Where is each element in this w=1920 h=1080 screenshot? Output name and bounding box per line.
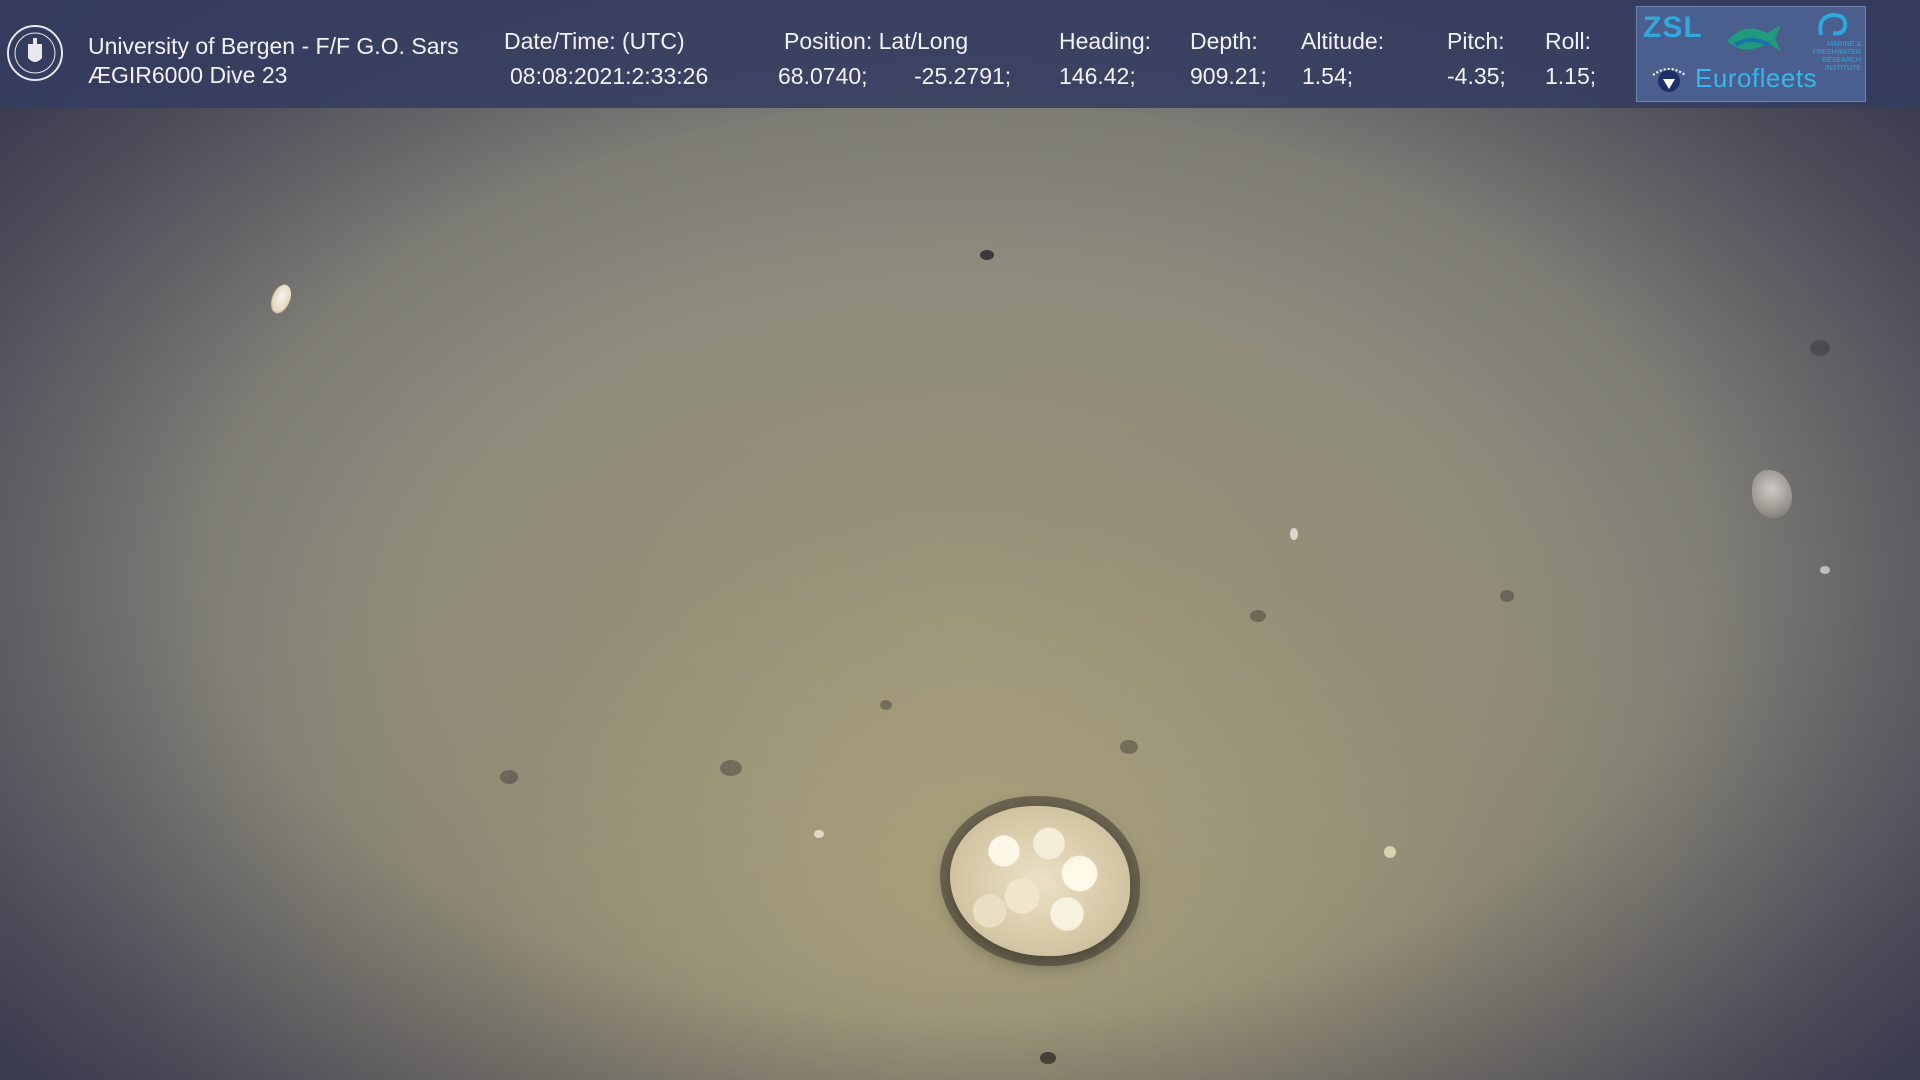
globe-logo-icon bbox=[1652, 68, 1686, 92]
eurofleets-logo: Eurofleets bbox=[1695, 63, 1818, 93]
video-frame: University of Bergen - F/F G.O. Sars ÆGI… bbox=[0, 0, 1920, 1080]
swirl-logo-icon bbox=[1818, 12, 1848, 36]
depth-value: 909.21; bbox=[1190, 63, 1267, 89]
fish-logo-icon bbox=[1727, 25, 1781, 51]
lighting-vignette bbox=[0, 0, 1920, 1080]
dive-label: ÆGIR6000 Dive 23 bbox=[88, 62, 288, 88]
zsl-logo: ZSL bbox=[1643, 11, 1703, 44]
position-label: Position: Lat/Long bbox=[784, 28, 969, 54]
university-seal-icon bbox=[7, 25, 63, 81]
pitch-value: -4.35; bbox=[1447, 63, 1506, 89]
altitude-value: 1.54; bbox=[1302, 63, 1354, 89]
datetime-value: 08:08:2021:2:33:26 bbox=[510, 63, 709, 89]
latitude-value: 68.0740; bbox=[778, 63, 868, 89]
heading-label: Heading: bbox=[1059, 28, 1152, 54]
pitch-label: Pitch: bbox=[1447, 28, 1505, 54]
partner-logos: ZSL MARINE & FRESHWATER RESEARCH INSTITU… bbox=[1636, 6, 1866, 102]
altitude-label: Altitude: bbox=[1301, 28, 1385, 54]
depth-label: Depth: bbox=[1190, 28, 1258, 54]
longitude-value: -25.2791; bbox=[914, 63, 1012, 89]
roll-label: Roll: bbox=[1545, 28, 1592, 54]
heading-value: 146.42; bbox=[1059, 63, 1136, 89]
telemetry-overlay: University of Bergen - F/F G.O. Sars ÆGI… bbox=[0, 0, 1920, 108]
datetime-label: Date/Time: (UTC) bbox=[504, 28, 685, 54]
institution-label: University of Bergen - F/F G.O. Sars bbox=[88, 33, 459, 59]
roll-value: 1.15; bbox=[1545, 63, 1597, 89]
